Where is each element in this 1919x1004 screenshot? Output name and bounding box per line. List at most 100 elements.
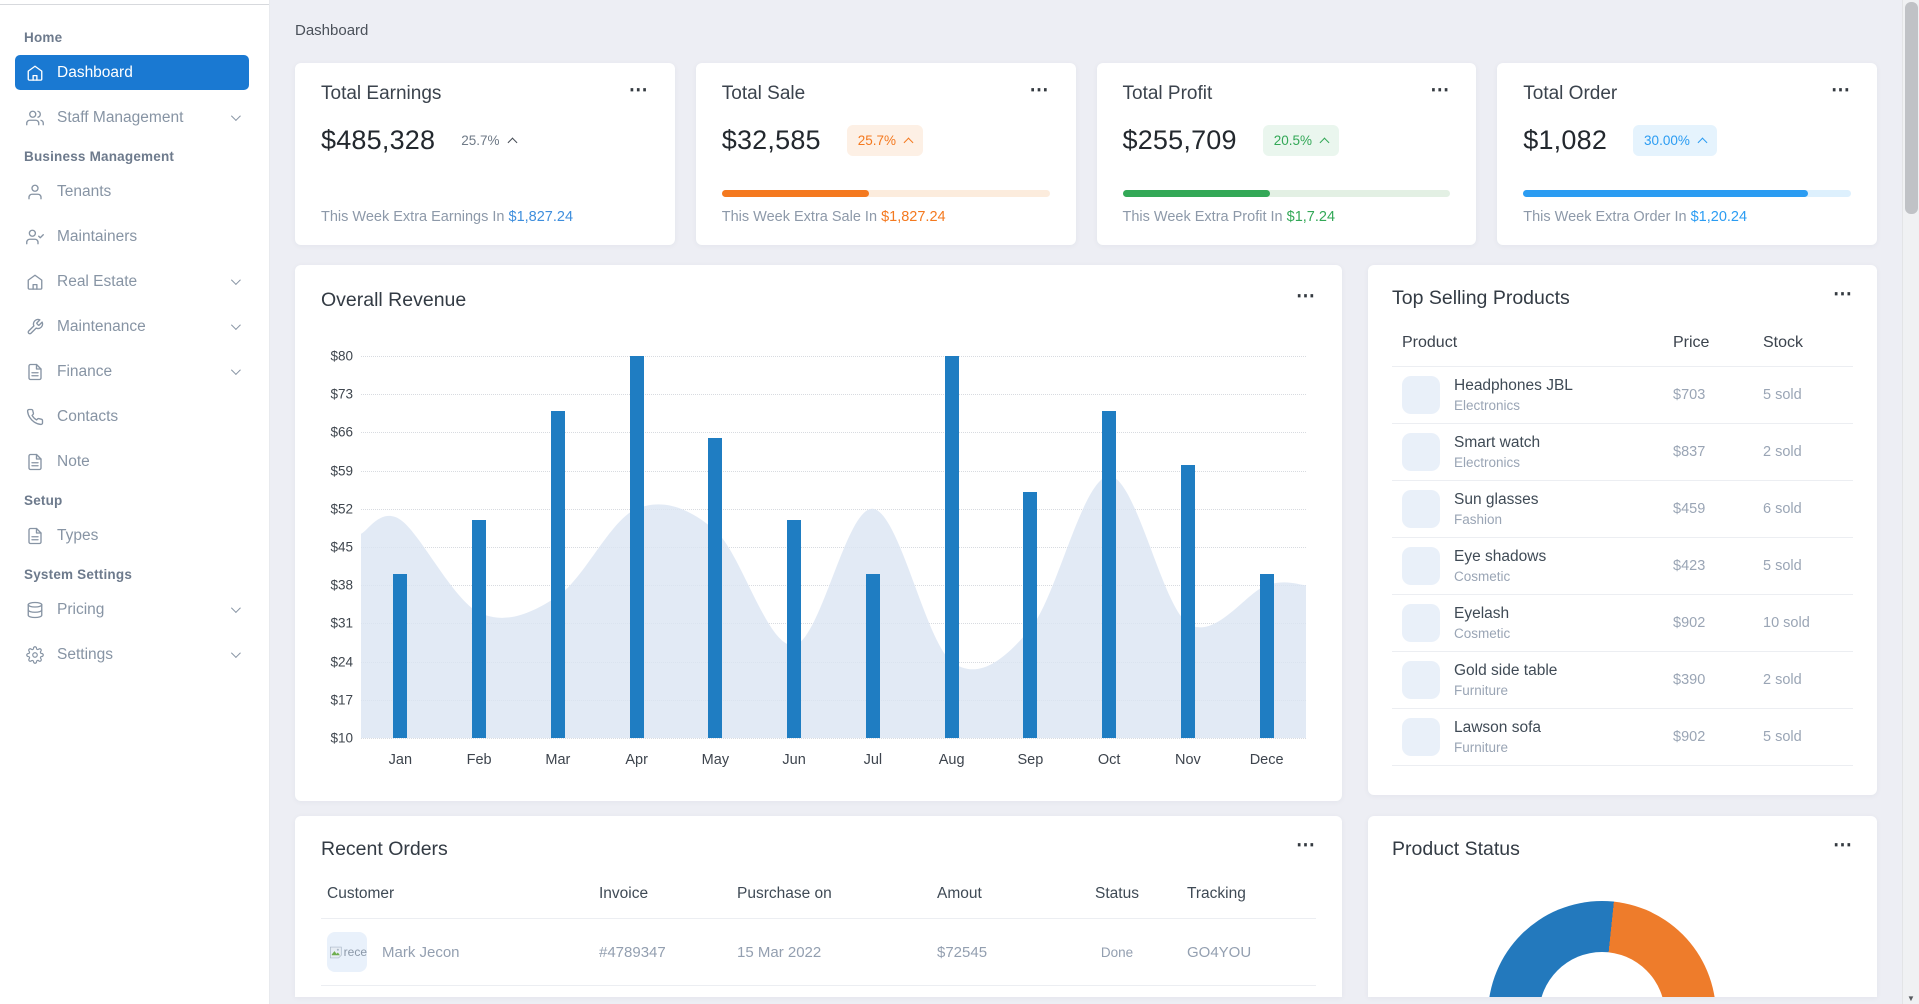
product-thumbnail <box>1402 604 1440 642</box>
card-title: Total Earnings <box>321 83 442 104</box>
x-tick-label: May <box>701 752 730 768</box>
product-price: $837 <box>1673 444 1706 460</box>
product-thumbnail <box>1402 661 1440 699</box>
revenue-bar <box>865 574 880 738</box>
product-row[interactable]: Gold side table Furniture $390 2 sold <box>1392 651 1853 708</box>
y-tick-label: $52 <box>330 501 353 517</box>
change-indicator: 25.7% <box>461 133 517 148</box>
main-content: Dashboard Total Earnings ⋯ $485,328 25.7… <box>270 0 1919 1004</box>
order-customer: Mark Jecon <box>382 943 460 961</box>
scrollbar-thumb[interactable] <box>1905 2 1918 214</box>
product-row[interactable]: Headphones JBL Electronics $703 5 sold <box>1392 366 1853 423</box>
product-name: Lawson sofa <box>1454 719 1542 736</box>
sidebar-item-dashboard[interactable]: Dashboard <box>15 55 249 90</box>
column-header-customer: Customer <box>327 885 395 902</box>
sidebar-item-maintenance[interactable]: Maintenance <box>15 309 249 344</box>
weekly-note: This Week Extra Sale In $1,827.24 <box>721 209 946 225</box>
product-status-donut <box>1488 901 1716 997</box>
product-category: Cosmetic <box>1454 626 1511 641</box>
scroll-down-arrow-icon[interactable]: ▼ <box>1903 994 1919 1003</box>
product-row[interactable]: Eye shadows Cosmetic $423 5 sold <box>1392 537 1853 594</box>
sidebar-item-label: Contacts <box>57 407 119 425</box>
more-menu-icon[interactable]: ⋯ <box>1030 81 1050 100</box>
y-tick-label: $24 <box>330 654 353 670</box>
weekly-note: This Week Extra Earnings In $1,827.24 <box>321 209 574 225</box>
database-icon <box>26 601 44 619</box>
more-menu-icon[interactable]: ⋯ <box>1831 81 1851 100</box>
x-tick-label: Nov <box>1174 752 1201 768</box>
order-tracking: GO4YOU <box>1187 943 1252 961</box>
more-menu-icon[interactable]: ⋯ <box>629 81 649 100</box>
more-menu-icon[interactable]: ⋯ <box>1296 836 1316 855</box>
revenue-plot: $10 $17 $24 $31 $38 $45 $52 $59 $66 $73 $80 <box>330 349 1306 746</box>
product-row[interactable]: Lawson sofa Furniture $902 5 sold <box>1392 708 1853 766</box>
card-title: Total Profit <box>1122 83 1213 104</box>
home-icon <box>26 64 44 82</box>
revenue-months: Jan Feb Mar Apr May Jun Jul Aug Sep Oct Nov Dece <box>361 752 1306 768</box>
column-header-status: Status <box>1095 885 1139 902</box>
stat-value: $32,585 <box>721 125 821 155</box>
product-thumbnail <box>1402 718 1440 756</box>
more-menu-icon[interactable]: ⋯ <box>1296 287 1316 306</box>
sidebar-item-real-estate[interactable]: Real Estate <box>15 264 249 299</box>
product-stock: 5 sold <box>1763 729 1802 745</box>
product-price: $423 <box>1673 558 1706 574</box>
product-category: Fashion <box>1454 512 1503 527</box>
product-row[interactable]: Smart watch Electronics $837 2 sold <box>1392 423 1853 480</box>
sidebar-item-settings[interactable]: Settings <box>15 637 249 672</box>
sidebar-item-tenants[interactable]: Tenants <box>15 174 249 209</box>
chevron-down-icon <box>230 320 241 331</box>
sidebar-item-label: Maintainers <box>57 227 138 245</box>
order-row-partial[interactable] <box>321 985 1316 997</box>
product-price: $902 <box>1673 729 1706 745</box>
more-menu-icon[interactable]: ⋯ <box>1833 836 1853 855</box>
sidebar-item-maintainers[interactable]: Maintainers <box>15 219 249 254</box>
y-tick-label: $59 <box>330 463 353 479</box>
revenue-bar <box>472 519 487 738</box>
sidebar-item-label: Dashboard <box>57 63 133 81</box>
y-tick-label: $73 <box>330 386 353 402</box>
gridline <box>361 738 1306 739</box>
change-badge: 20.5% <box>1262 125 1339 156</box>
sidebar-item-note[interactable]: Note <box>15 444 249 479</box>
column-header-amount: Amout <box>937 885 982 902</box>
sidebar-item-staff-management[interactable]: Staff Management <box>15 100 249 135</box>
card-title: Top Selling Products <box>1392 287 1570 309</box>
phone-icon <box>26 408 44 426</box>
caret-up-icon <box>507 137 517 147</box>
x-tick-label: Jun <box>782 752 806 768</box>
revenue-bar <box>944 356 959 738</box>
product-category: Cosmetic <box>1454 569 1511 584</box>
more-menu-icon[interactable]: ⋯ <box>1833 285 1853 304</box>
change-percent: 25.7% <box>857 133 897 148</box>
sidebar-item-types[interactable]: Types <box>15 518 249 553</box>
change-badge: 30.00% <box>1633 125 1717 156</box>
x-tick-label: Dece <box>1249 752 1284 768</box>
chevron-down-icon <box>230 365 241 376</box>
more-menu-icon[interactable]: ⋯ <box>1430 81 1450 100</box>
sidebar-item-finance[interactable]: Finance <box>15 354 249 389</box>
orders-table-header: Customer Invoice Pusrchase on Amout Stat… <box>321 885 1316 918</box>
gear-icon <box>26 645 44 664</box>
total-order-card: Total Order ⋯ $1,082 30.00% This Week Ex… <box>1497 63 1877 245</box>
x-tick-label: Jan <box>388 752 413 768</box>
revenue-bar <box>1102 410 1117 738</box>
card-title: Total Sale <box>721 83 806 104</box>
product-row[interactable]: Sun glasses Fashion $459 6 sold <box>1392 480 1853 537</box>
sidebar-item-contacts[interactable]: Contacts <box>15 399 249 434</box>
y-tick-label: $80 <box>330 348 353 364</box>
change-percent: 25.7% <box>461 133 500 148</box>
chevron-down-icon <box>230 111 241 122</box>
total-sale-card: Total Sale ⋯ $32,585 25.7% This Week Ext… <box>695 63 1076 245</box>
sidebar-item-pricing[interactable]: Pricing <box>15 592 249 627</box>
scrollbar[interactable]: ▼ <box>1902 0 1919 1004</box>
caret-up-icon <box>1697 137 1708 147</box>
chevron-down-icon <box>230 648 241 659</box>
product-row[interactable]: Eyelash Cosmetic $902 10 sold <box>1392 594 1853 651</box>
sidebar: Home Dashboard Staff Management Business… <box>0 0 270 1004</box>
stat-value: $255,709 <box>1122 125 1237 155</box>
column-header-purchase-on: Pusrchase on <box>737 885 832 902</box>
product-name: Headphones JBL <box>1454 377 1573 394</box>
order-row[interactable]: rece Mark Jecon #4789347 15 Mar 2022 $72… <box>321 918 1316 985</box>
product-price: $902 <box>1673 615 1706 631</box>
